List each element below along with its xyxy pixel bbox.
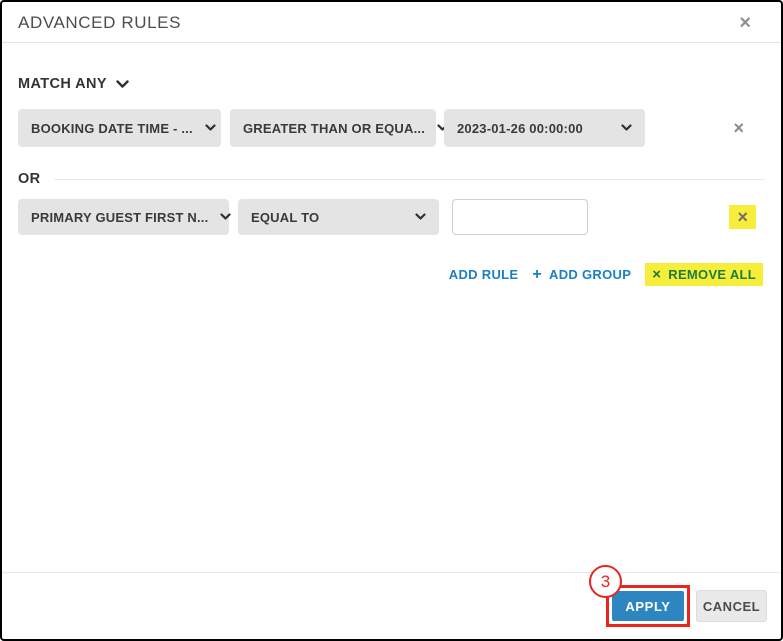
operator-dropdown-2-value: EQUAL TO — [251, 209, 320, 225]
match-any-label: MATCH ANY — [18, 76, 107, 92]
field-dropdown-2-value: PRIMARY GUEST FIRST N... — [31, 209, 209, 225]
close-button[interactable]: × — [725, 13, 765, 33]
close-icon: × — [739, 12, 751, 34]
divider-line — [53, 178, 765, 180]
x-icon: × — [733, 118, 744, 138]
value-input[interactable] — [452, 199, 588, 235]
or-label: OR — [18, 171, 41, 187]
chevron-down-icon — [116, 79, 129, 89]
remove-rule-2-button[interactable]: × — [729, 205, 756, 229]
step-annotation: 3 — [589, 565, 622, 598]
chevron-down-icon — [621, 124, 632, 132]
value-dropdown-1[interactable]: 2023-01-26 00:00:00 — [444, 109, 645, 147]
cancel-button[interactable]: CANCEL — [696, 590, 767, 622]
rule-row-1: BOOKING DATE TIME - ... GREATER THAN OR … — [18, 109, 765, 147]
plus-icon: + — [532, 265, 543, 283]
remove-rule-1-button[interactable]: × — [725, 116, 752, 140]
field-dropdown-1[interactable]: BOOKING DATE TIME - ... — [18, 109, 221, 147]
add-group-label: ADD GROUP — [549, 267, 632, 282]
value-dropdown-1-value: 2023-01-26 00:00:00 — [457, 120, 583, 136]
page-title: ADVANCED RULES — [18, 13, 182, 32]
add-rule-label: ADD RULE — [448, 267, 519, 282]
operator-dropdown-1[interactable]: GREATER THAN OR EQUA... — [230, 109, 448, 147]
add-group-button[interactable]: + ADD GROUP — [532, 265, 632, 283]
apply-annotation-box: 3 APPLY — [589, 565, 690, 627]
x-icon: × — [737, 207, 748, 227]
chevron-down-icon — [415, 213, 426, 221]
rule-row-2: PRIMARY GUEST FIRST N... EQUAL TO × — [18, 199, 765, 235]
rule-actions: ADD RULE + ADD GROUP × REMOVE ALL — [18, 263, 765, 286]
operator-dropdown-2[interactable]: EQUAL TO — [238, 199, 439, 235]
remove-all-label: REMOVE ALL — [668, 267, 756, 282]
operator-dropdown-1-value: GREATER THAN OR EQUA... — [243, 120, 426, 136]
modal-footer: 3 APPLY CANCEL — [2, 565, 781, 639]
match-any-dropdown[interactable]: MATCH ANY — [18, 76, 129, 92]
modal-body: MATCH ANY BOOKING DATE TIME - ... GREATE… — [2, 76, 781, 286]
field-dropdown-2[interactable]: PRIMARY GUEST FIRST N... — [18, 199, 232, 235]
modal-header: ADVANCED RULES × — [2, 2, 781, 43]
field-dropdown-1-value: BOOKING DATE TIME - ... — [31, 120, 193, 136]
add-rule-button[interactable]: ADD RULE — [449, 267, 519, 282]
chevron-down-icon — [220, 213, 232, 221]
advanced-rules-modal: ADVANCED RULES × MATCH ANY BOOKING DATE … — [0, 0, 783, 641]
chevron-down-icon — [205, 124, 216, 132]
or-divider: OR — [18, 171, 765, 187]
x-icon: × — [652, 266, 662, 283]
match-row: MATCH ANY — [18, 76, 765, 92]
remove-all-button[interactable]: × REMOVE ALL — [645, 263, 763, 286]
apply-button[interactable]: APPLY — [612, 591, 684, 621]
